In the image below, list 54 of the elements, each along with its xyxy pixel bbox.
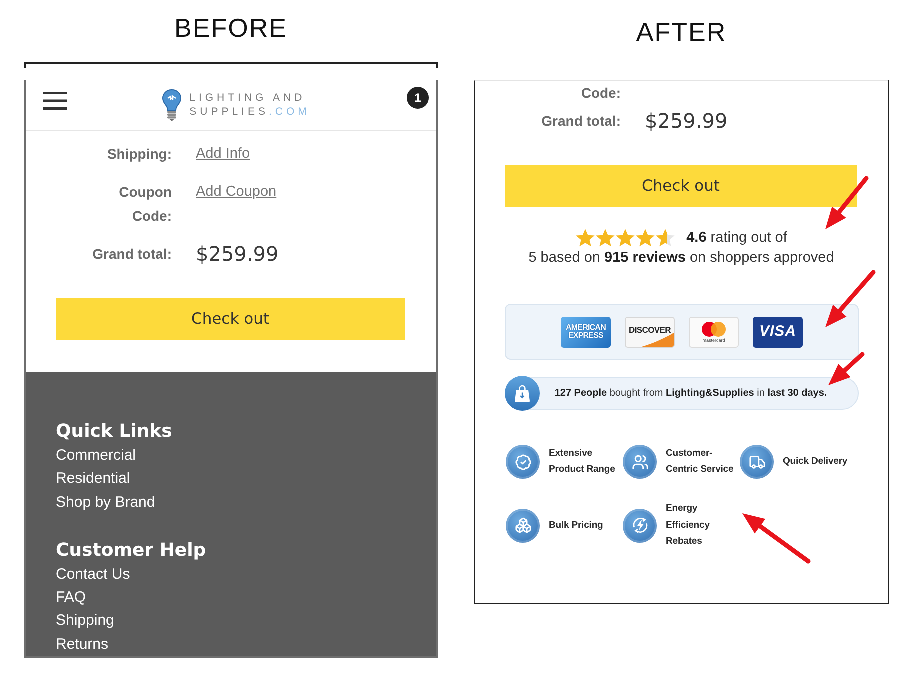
star-icon	[596, 229, 615, 247]
shopping-bag-icon	[505, 376, 540, 411]
footer-heading: Customer Help	[56, 538, 206, 563]
feature-label: Quick Delivery	[783, 454, 848, 469]
summary-label: Coupon Code:	[118, 183, 172, 226]
panel-heading: BEFORE	[174, 12, 288, 44]
boxes-icon	[506, 508, 540, 543]
logo-wordmark: LIGHTING AND SUPPLIES.COM	[190, 91, 310, 119]
panel-heading: AFTER	[636, 16, 727, 48]
rating-details: 5 based on 915 reviews on shoppers approved	[528, 249, 834, 268]
feature-label: Bulk Pricing	[549, 518, 604, 532]
footer-link[interactable]: Returns	[56, 632, 109, 656]
card-brand-name: DISCOVER	[629, 324, 671, 334]
summary-label: Shipping:	[107, 145, 172, 164]
star-icon	[636, 229, 655, 247]
footer-link[interactable]: Residential	[56, 467, 130, 491]
people-group-icon	[623, 445, 657, 479]
lightbulb-icon	[162, 88, 182, 122]
footer-link[interactable]: Shop by Brand	[56, 490, 156, 514]
summary-label: Grand total:	[542, 112, 621, 131]
overlapping-circles-icon	[702, 322, 726, 336]
feature-label: Extensive Product Range	[549, 446, 616, 477]
star-icon	[656, 229, 675, 247]
checkout-button[interactable]: Check out	[56, 298, 405, 340]
footer-link[interactable]: Shipping	[56, 609, 114, 633]
swoosh-icon	[642, 332, 674, 346]
card-brand-name: AMERICAN EXPRESS	[565, 324, 607, 340]
star-icon	[616, 229, 635, 247]
footer-link[interactable]: FAQ	[56, 586, 86, 610]
callout-arrow	[826, 352, 864, 388]
badge-check-icon	[506, 445, 540, 479]
grand-total-amount: $259.99	[645, 109, 728, 133]
star-icon	[576, 229, 595, 247]
footer-heading: Quick Links	[56, 420, 172, 444]
callout-arrow	[822, 270, 876, 330]
summary-label: Code:	[581, 84, 621, 103]
grand-total-amount: $259.99	[196, 242, 279, 266]
lightning-cycle-icon	[623, 508, 657, 543]
feature-label: Customer-Centric Service	[666, 446, 735, 477]
card-brand-name: VISA	[759, 324, 796, 340]
menu-icon[interactable]	[43, 92, 67, 110]
feature-label: Energy Efficiency Rebates	[666, 502, 711, 549]
cart-count-badge[interactable]: 1	[407, 87, 429, 109]
summary-label: Grand total:	[92, 245, 172, 264]
footer-link[interactable]: Contact Us	[56, 562, 130, 586]
callout-arrow	[822, 176, 868, 232]
summary-link[interactable]: Add Coupon	[196, 180, 277, 204]
checkout-button[interactable]: Check out	[505, 165, 857, 207]
truck-icon	[740, 445, 774, 479]
rating-score: 4.6 rating out of	[686, 229, 788, 248]
footer-link[interactable]: Commercial	[56, 444, 136, 468]
summary-link[interactable]: Add Info	[196, 142, 250, 166]
callout-arrow	[740, 510, 810, 564]
purchase-notice-text: 127 People bought from Lighting&Supplies in last 30 days.	[554, 386, 828, 400]
